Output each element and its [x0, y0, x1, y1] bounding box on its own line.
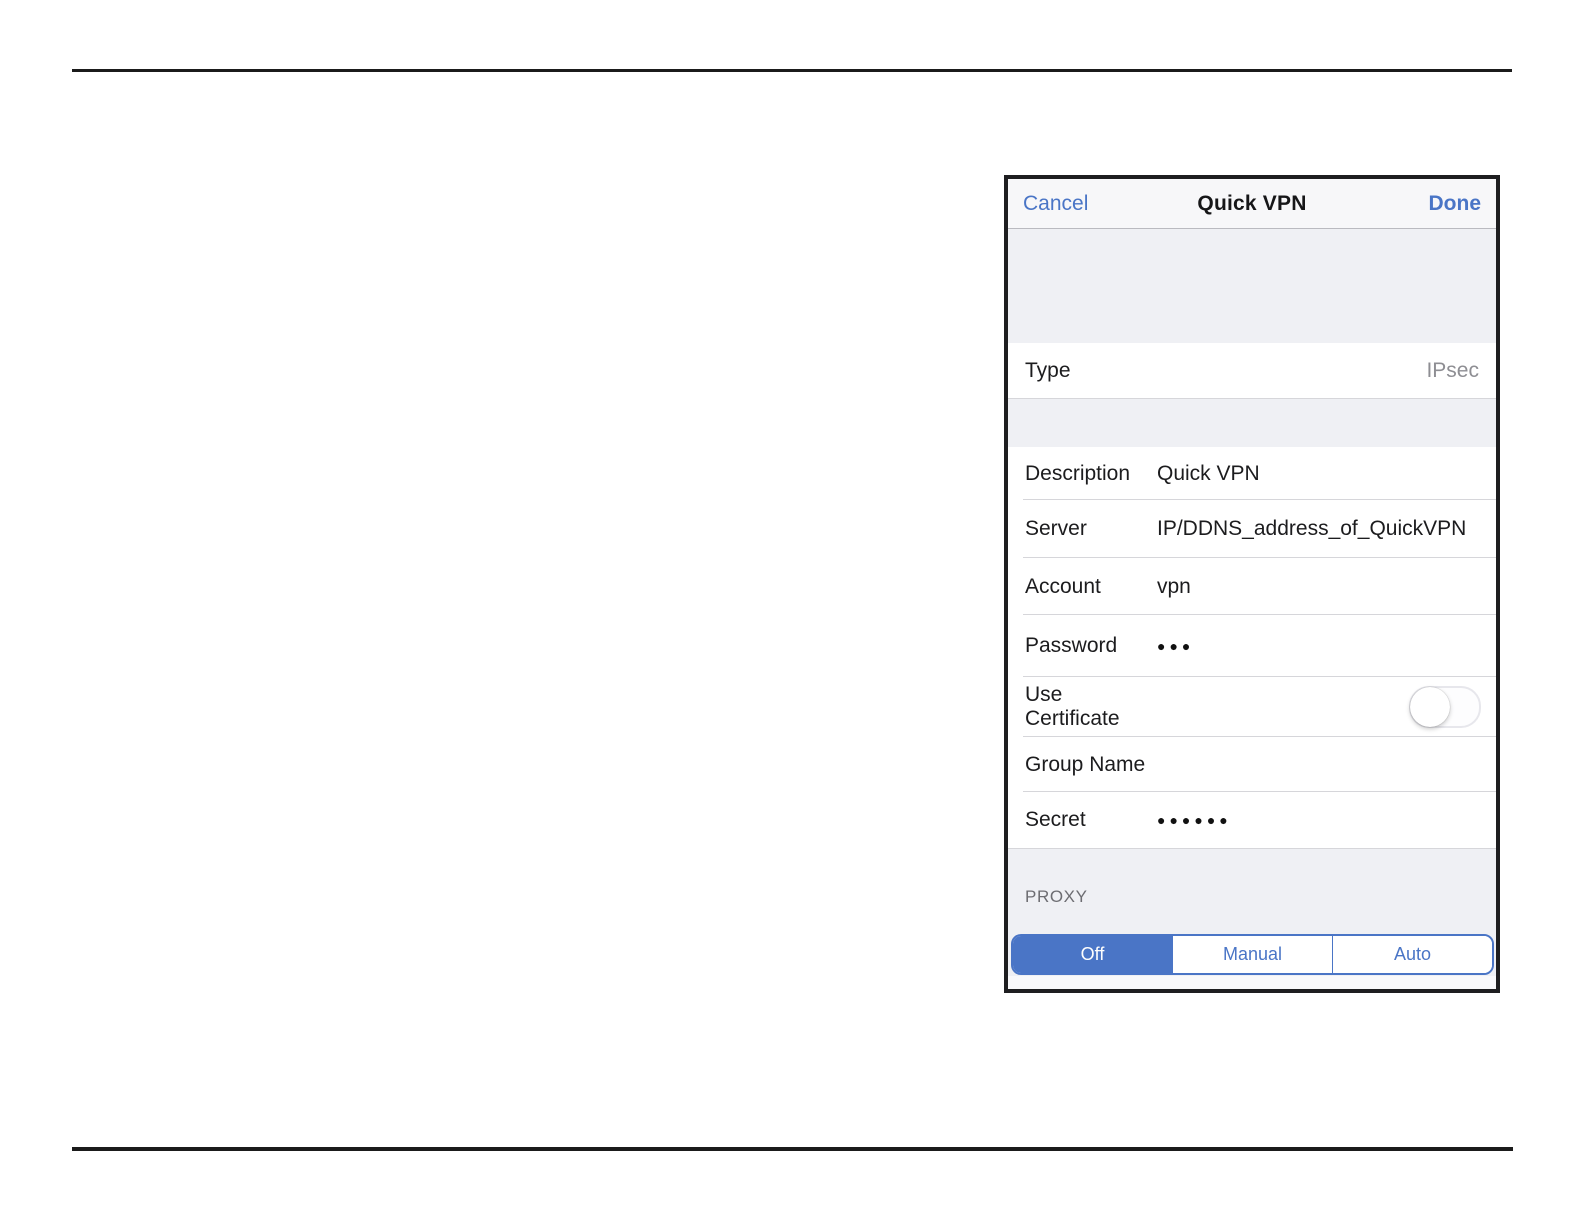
toggle-knob-icon — [1410, 687, 1450, 727]
password-row[interactable]: Password ●●● — [1008, 615, 1496, 677]
password-input[interactable]: ●●● — [1157, 638, 1481, 654]
done-button[interactable]: Done — [1429, 192, 1482, 216]
password-label: Password — [1025, 634, 1118, 657]
use-certificate-label: Use Certificate — [1025, 683, 1120, 730]
group-spacer — [1008, 229, 1496, 343]
secret-label: Secret — [1025, 808, 1086, 831]
proxy-option-auto[interactable]: Auto — [1332, 936, 1492, 973]
manual-page: { "dialog": { "header": { "cancel": "Can… — [0, 0, 1584, 1224]
server-input[interactable]: IP/DDNS_address_of_QuickVPN — [1157, 517, 1481, 541]
group-name-label: Group Name — [1025, 752, 1146, 776]
page-footer-rule — [72, 1147, 1513, 1151]
secret-input[interactable]: ●●●●●● — [1157, 812, 1481, 828]
type-row[interactable]: Type IPsec — [1008, 343, 1496, 399]
proxy-segmented-control: Off Manual Auto — [1011, 934, 1494, 975]
vpn-settings-dialog: Quick VPN Cancel Done Type IPsec Descrip… — [1004, 175, 1500, 993]
server-label: Server — [1025, 517, 1087, 540]
use-certificate-toggle[interactable] — [1409, 686, 1481, 728]
secret-row[interactable]: Secret ●●●●●● — [1008, 792, 1496, 848]
account-row[interactable]: Account vpn — [1008, 558, 1496, 615]
panel-bottom-strip — [1008, 976, 1496, 989]
description-label: Description — [1025, 461, 1131, 485]
account-label: Account — [1025, 574, 1101, 598]
vpn-fields-group: Description Quick VPN Server IP/DDNS_add… — [1008, 447, 1496, 849]
proxy-option-off[interactable]: Off — [1013, 936, 1172, 973]
proxy-option-manual[interactable]: Manual — [1172, 936, 1332, 973]
group-name-row[interactable]: Group Name — [1008, 737, 1496, 792]
type-value: IPsec — [1426, 358, 1479, 382]
dialog-header: Quick VPN Cancel Done — [1008, 179, 1496, 229]
cancel-button[interactable]: Cancel — [1023, 192, 1088, 216]
use-certificate-row: Use Certificate — [1008, 677, 1496, 737]
type-label: Type — [1025, 358, 1071, 382]
description-input[interactable]: Quick VPN — [1157, 462, 1481, 486]
group-spacer — [1008, 399, 1496, 447]
server-row[interactable]: Server IP/DDNS_address_of_QuickVPN — [1008, 500, 1496, 558]
proxy-section: PROXY Off Manual Auto — [1008, 849, 1496, 989]
proxy-section-label: PROXY — [1025, 887, 1088, 906]
page-header-rule — [72, 69, 1512, 72]
description-row[interactable]: Description Quick VPN — [1008, 447, 1496, 500]
account-input[interactable]: vpn — [1157, 575, 1481, 599]
